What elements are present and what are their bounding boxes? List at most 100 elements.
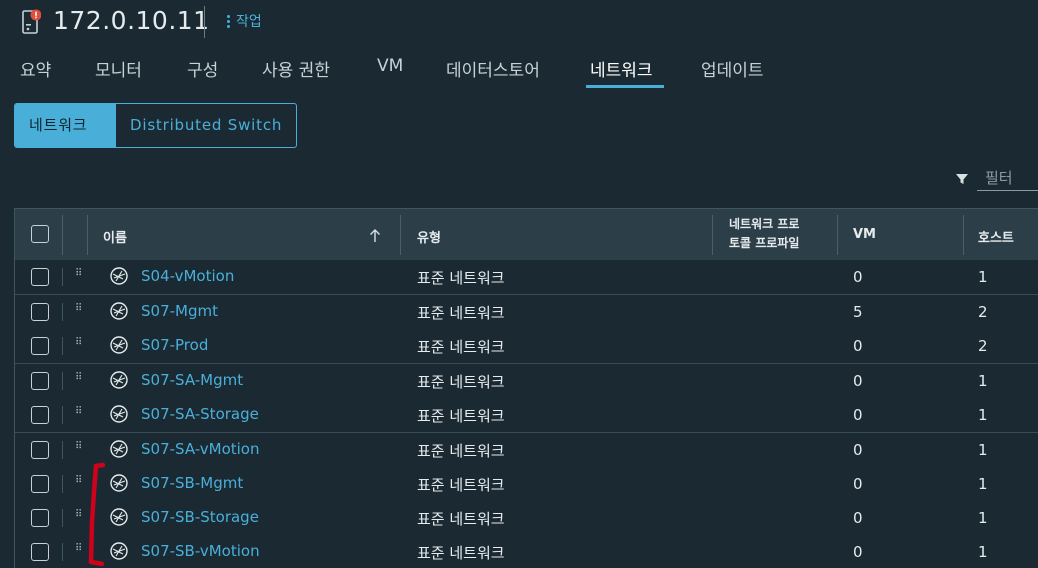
column-separator xyxy=(400,215,401,255)
column-separator xyxy=(837,215,838,255)
tab-vms[interactable]: VM xyxy=(377,56,403,88)
table-row[interactable]: ⠿ S07-SA-vMotion 표준 네트워크 0 1 xyxy=(15,433,1038,468)
networks-toggle-button[interactable]: 네트워크 xyxy=(15,104,115,147)
table-row[interactable]: ⠿ S07-SA-Mgmt 표준 네트워크 0 1 xyxy=(15,364,1038,399)
row-checkbox[interactable] xyxy=(31,303,49,321)
drag-handle-icon[interactable]: ⠿ xyxy=(75,338,82,348)
vm-count: 0 xyxy=(853,372,863,390)
row-separator xyxy=(62,475,63,493)
host-count: 2 xyxy=(978,337,988,355)
row-checkbox[interactable] xyxy=(31,372,49,390)
column-separator xyxy=(712,215,713,255)
column-header-name[interactable]: 이름 xyxy=(103,227,127,246)
object-header: 172.0.10.11 작업 xyxy=(0,0,1038,46)
network-icon xyxy=(109,541,129,565)
row-checkbox[interactable] xyxy=(31,475,49,493)
table-row[interactable]: ⠿ S07-Prod 표준 네트워크 0 2 xyxy=(15,329,1038,364)
active-tab-indicator xyxy=(586,85,664,88)
row-separator xyxy=(62,441,63,459)
table-row[interactable]: ⠿ S07-SB-Storage 표준 네트워크 0 1 xyxy=(15,501,1038,536)
host-count: 1 xyxy=(978,406,988,424)
vm-count: 0 xyxy=(853,406,863,424)
column-separator xyxy=(62,215,63,255)
table-row[interactable]: ⠿ S07-SA-Storage 표준 네트워크 0 1 xyxy=(15,398,1038,433)
kebab-menu-icon xyxy=(227,14,230,28)
sort-ascending-icon[interactable] xyxy=(369,228,381,247)
tab-networks[interactable]: 네트워크 xyxy=(590,56,653,88)
network-name-link[interactable]: S07-Prod xyxy=(141,336,208,354)
row-checkbox[interactable] xyxy=(31,441,49,459)
row-separator xyxy=(62,509,63,527)
vm-count: 5 xyxy=(853,303,863,321)
actions-label: 작업 xyxy=(236,14,262,30)
column-separator xyxy=(963,215,964,255)
filter-icon[interactable] xyxy=(955,171,969,190)
row-separator xyxy=(62,406,63,424)
filter-input[interactable] xyxy=(977,166,1038,191)
drag-handle-icon[interactable]: ⠿ xyxy=(75,476,82,486)
network-name-link[interactable]: S07-SB-vMotion xyxy=(141,542,260,560)
network-name-link[interactable]: S07-SB-Mgmt xyxy=(141,474,243,492)
header-divider xyxy=(204,6,205,38)
select-all-checkbox[interactable] xyxy=(31,225,49,243)
drag-handle-icon[interactable]: ⠿ xyxy=(75,544,82,554)
vm-count: 0 xyxy=(853,268,863,286)
row-checkbox[interactable] xyxy=(31,406,49,424)
vm-count: 0 xyxy=(853,475,863,493)
table-row[interactable]: ⠿ S07-SB-Mgmt 표준 네트워크 0 1 xyxy=(15,467,1038,502)
network-name-link[interactable]: S04-vMotion xyxy=(141,267,234,285)
networks-datagrid: 이름 유형 네트워크 프로 토콜 프로파일 VM 호스트 ⠿ S04-vMoti… xyxy=(14,208,1038,568)
row-separator xyxy=(62,268,63,286)
table-row[interactable]: ⠿ S07-SB-vMotion 표준 네트워크 0 1 xyxy=(15,535,1038,568)
row-checkbox[interactable] xyxy=(31,543,49,561)
row-separator xyxy=(62,303,63,321)
row-separator xyxy=(62,337,63,355)
drag-handle-icon[interactable]: ⠿ xyxy=(75,510,82,520)
network-name-link[interactable]: S07-SA-Mgmt xyxy=(141,371,243,389)
tab-datastores[interactable]: 데이터스토어 xyxy=(446,56,540,88)
network-name-link[interactable]: S07-Mgmt xyxy=(141,302,218,320)
network-icon xyxy=(109,266,129,290)
actions-menu-button[interactable]: 작업 xyxy=(227,11,262,31)
table-row[interactable]: ⠿ S07-Mgmt 표준 네트워크 5 2 xyxy=(15,295,1038,330)
network-view-toggle: 네트워크 Distributed Switch xyxy=(14,103,298,148)
page-title: 172.0.10.11 xyxy=(53,6,210,35)
table-row[interactable]: ⠿ S04-vMotion 표준 네트워크 0 1 xyxy=(15,260,1038,295)
host-count: 1 xyxy=(978,268,988,286)
network-type: 표준 네트워크 xyxy=(417,510,505,528)
network-name-link[interactable]: S07-SB-Storage xyxy=(141,508,259,526)
row-separator xyxy=(62,543,63,561)
column-header-type[interactable]: 유형 xyxy=(417,227,441,246)
column-header-vm[interactable]: VM xyxy=(853,227,876,242)
tab-configure[interactable]: 구성 xyxy=(187,56,218,88)
network-name-link[interactable]: S07-SA-Storage xyxy=(141,405,259,423)
tab-bar: 요약 모니터 구성 사용 권한 VM 데이터스토어 네트워크 업데이트 xyxy=(0,54,1038,90)
network-icon xyxy=(109,507,129,531)
host-count: 1 xyxy=(978,475,988,493)
row-checkbox[interactable] xyxy=(31,337,49,355)
tab-updates[interactable]: 업데이트 xyxy=(701,56,764,88)
host-icon xyxy=(21,9,42,35)
drag-handle-icon[interactable]: ⠿ xyxy=(75,407,82,417)
drag-handle-icon[interactable]: ⠿ xyxy=(75,269,82,279)
column-header-protocol-profile-line1[interactable]: 네트워크 프로 xyxy=(729,215,799,232)
network-name-link[interactable]: S07-SA-vMotion xyxy=(141,440,260,458)
network-icon xyxy=(109,335,129,359)
column-header-protocol-profile-line2[interactable]: 토콜 프로파일 xyxy=(729,234,799,251)
tab-summary[interactable]: 요약 xyxy=(20,56,51,88)
drag-handle-icon[interactable]: ⠿ xyxy=(75,442,82,452)
drag-handle-icon[interactable]: ⠿ xyxy=(75,304,82,314)
tab-permissions[interactable]: 사용 권한 xyxy=(262,56,330,88)
network-icon xyxy=(109,439,129,463)
column-header-hosts[interactable]: 호스트 xyxy=(978,227,1014,246)
distributed-switch-toggle-button[interactable]: Distributed Switch xyxy=(115,104,296,147)
row-checkbox[interactable] xyxy=(31,268,49,286)
row-checkbox[interactable] xyxy=(31,509,49,527)
host-count: 1 xyxy=(978,509,988,527)
network-type: 표준 네트워크 xyxy=(417,269,505,287)
tab-monitor[interactable]: 모니터 xyxy=(95,56,142,88)
vm-count: 0 xyxy=(853,543,863,561)
network-type: 표준 네트워크 xyxy=(417,338,505,356)
drag-handle-icon[interactable]: ⠿ xyxy=(75,373,82,383)
vm-count: 0 xyxy=(853,337,863,355)
